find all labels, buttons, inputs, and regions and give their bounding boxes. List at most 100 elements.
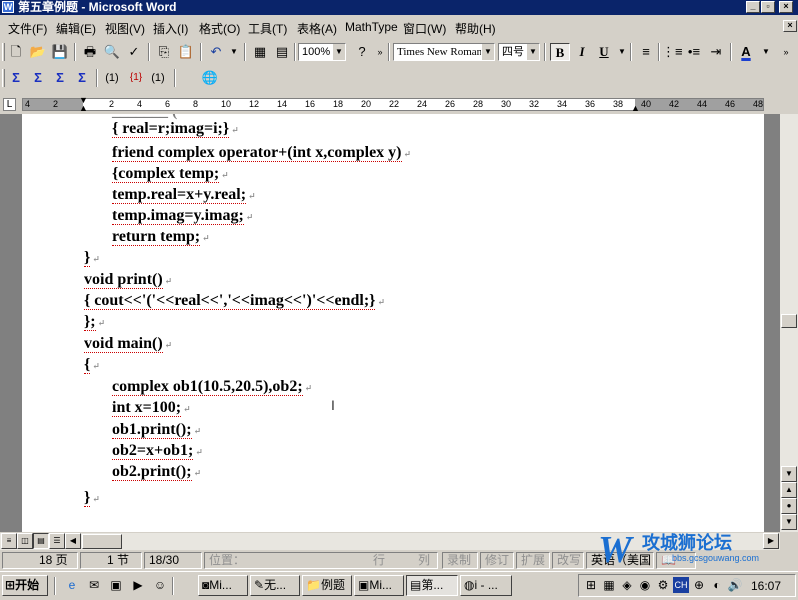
clock[interactable]: 16:07 [751,579,781,593]
ime-icon[interactable]: CH [673,577,689,593]
numbering-icon[interactable]: ⋮≡ [662,43,683,61]
insert-table-icon[interactable]: ▤ [272,43,292,61]
scroll-left-arrow-icon[interactable]: ◀ [65,533,81,549]
save-icon[interactable]: 💾 [50,43,70,61]
taskbar-button[interactable]: ▣Mi... [354,575,404,596]
tray-icon[interactable]: ⊕ [691,577,707,593]
media-player-icon[interactable]: ▶ [130,577,146,593]
status-track-changes[interactable]: 修订 [480,552,514,569]
previous-page-icon[interactable]: ▲ [781,482,797,498]
ruler-number: 2 [109,99,115,109]
status-rec[interactable]: 录制 [442,552,478,569]
menu-view[interactable]: 视图(V) [105,20,145,37]
tray-icon[interactable]: ◉ [637,577,653,593]
bold-button[interactable]: B [550,43,570,61]
scroll-thumb[interactable] [781,314,797,328]
document-page[interactable]: _______ ( { real=r;imag=i;}↵friend compl… [22,114,764,532]
chat-icon[interactable]: ☺ [152,577,168,593]
help-icon[interactable]: ? [352,43,372,61]
insert-chapter-break-button[interactable]: {1} [126,69,146,87]
increase-indent-icon[interactable]: ⇥ [706,43,726,61]
font-color-dropdown-icon[interactable]: ▼ [756,43,776,61]
tray-icon[interactable]: ▦ [601,577,617,593]
align-justify-icon[interactable]: ≡ [636,43,656,61]
horizontal-ruler[interactable]: L 4 2 2 4 6 8 10 12 14 16 18 20 22 24 26 28 30 32 34 36 38… [0,96,798,113]
undo-dropdown-icon[interactable]: ▼ [224,43,244,61]
spelling-icon[interactable]: ✓ [124,43,144,61]
update-equation-numbers-button[interactable]: (1) [148,69,168,87]
normal-view-icon[interactable]: ≡ [1,533,17,549]
taskbar-button-word[interactable]: ▤第... [406,575,458,596]
toolbar-gripper[interactable] [2,69,5,87]
new-document-icon[interactable]: 🗋 [6,43,26,61]
indent-marker-icon[interactable]: ▼ ▲ [79,96,88,113]
tray-icon[interactable]: ⚙ [655,577,671,593]
code-line: {complex temp; ↵ [112,164,229,185]
paste-icon[interactable]: 📋 [176,43,196,61]
menu-mathtype[interactable]: MathType [345,20,398,34]
toolbar-gripper[interactable] [2,43,5,61]
menu-table[interactable]: 表格(A) [297,20,337,37]
mathtype-right-numbered-button[interactable]: Σ [72,69,92,87]
toolbar-options-icon[interactable]: » [776,43,796,61]
menu-insert[interactable]: 插入(I) [153,20,188,37]
mathtype-inline-button[interactable]: Σ [6,69,26,87]
next-page-icon[interactable]: ▼ [781,514,797,530]
menu-tools[interactable]: 工具(T) [248,20,287,37]
menu-help[interactable]: 帮助(H) [455,20,496,37]
outlook-icon[interactable]: ✉ [86,577,102,593]
font-size-select[interactable]: 四号 ▼ [498,43,540,61]
tab-selector[interactable]: L [3,98,16,111]
toolbar-options-icon[interactable]: » [370,43,390,61]
undo-icon[interactable]: ↶ [206,43,226,61]
start-button[interactable]: ⊞开始 [2,575,48,596]
font-name-select[interactable]: Times New Roman ▼ [393,43,495,61]
close-button[interactable]: × [779,1,793,13]
task-label: Mi... [369,578,393,592]
open-folder-icon[interactable]: 📂 [28,43,48,61]
status-overtype[interactable]: 改写 [552,552,584,569]
doc-close-button[interactable]: × [783,20,797,32]
insert-equation-number-button[interactable]: (1) [102,69,122,87]
print-preview-icon[interactable]: 🔍 [102,43,122,61]
status-extend[interactable]: 扩展 [516,552,550,569]
font-color-button[interactable]: A [736,43,756,61]
taskbar-button[interactable]: ◙Mi... [198,575,248,596]
bullets-icon[interactable]: •≡ [684,43,704,61]
print-icon[interactable]: 🖶 [80,43,100,61]
print-layout-view-icon[interactable]: ▤ [33,533,49,549]
italic-button[interactable]: I [572,43,592,61]
underline-button[interactable]: U [594,43,614,61]
zoom-select[interactable]: 100% ▼ [298,43,346,61]
menu-format[interactable]: 格式(O) [199,20,240,37]
word-doc-icon[interactable]: W [2,1,14,13]
tables-borders-icon[interactable]: ▦ [250,43,270,61]
underline-dropdown-icon[interactable]: ▼ [612,43,632,61]
restore-button[interactable]: ▫ [761,1,775,13]
vertical-scrollbar[interactable]: ▼ ▲ ● ▼ [780,114,798,532]
h-scroll-thumb[interactable] [82,534,122,549]
taskbar-button[interactable]: 📁例题 [302,575,352,596]
right-indent-marker-icon[interactable]: ▲ [631,104,640,113]
scroll-down-arrow-icon[interactable]: ▼ [781,466,797,482]
volume-icon[interactable]: 🔊 [727,577,743,593]
menu-file[interactable]: 文件(F) [8,20,47,37]
minimize-button[interactable]: _ [746,1,760,13]
taskbar-button[interactable]: ✎无... [250,575,300,596]
menu-window[interactable]: 窗口(W) [403,20,446,37]
tray-icon[interactable]: ◈ [619,577,635,593]
outline-view-icon[interactable]: ☰ [49,533,65,549]
taskbar-button[interactable]: ◍i - ... [460,575,512,596]
globe-icon[interactable]: 🌐 [200,69,220,87]
copy-icon[interactable]: ⎘ [154,43,174,61]
show-desktop-icon[interactable]: ▣ [108,577,124,593]
tray-icon[interactable]: ⊞ [583,577,599,593]
ie-icon[interactable]: e [64,577,80,593]
web-view-icon[interactable]: ◫ [17,533,33,549]
select-browse-object-icon[interactable]: ● [781,498,797,514]
mathtype-display-button[interactable]: Σ [28,69,48,87]
menu-edit[interactable]: 编辑(E) [56,20,96,37]
tray-icon[interactable]: ◐ [709,577,725,593]
ruler-number: 26 [445,99,456,109]
mathtype-left-numbered-button[interactable]: Σ [50,69,70,87]
